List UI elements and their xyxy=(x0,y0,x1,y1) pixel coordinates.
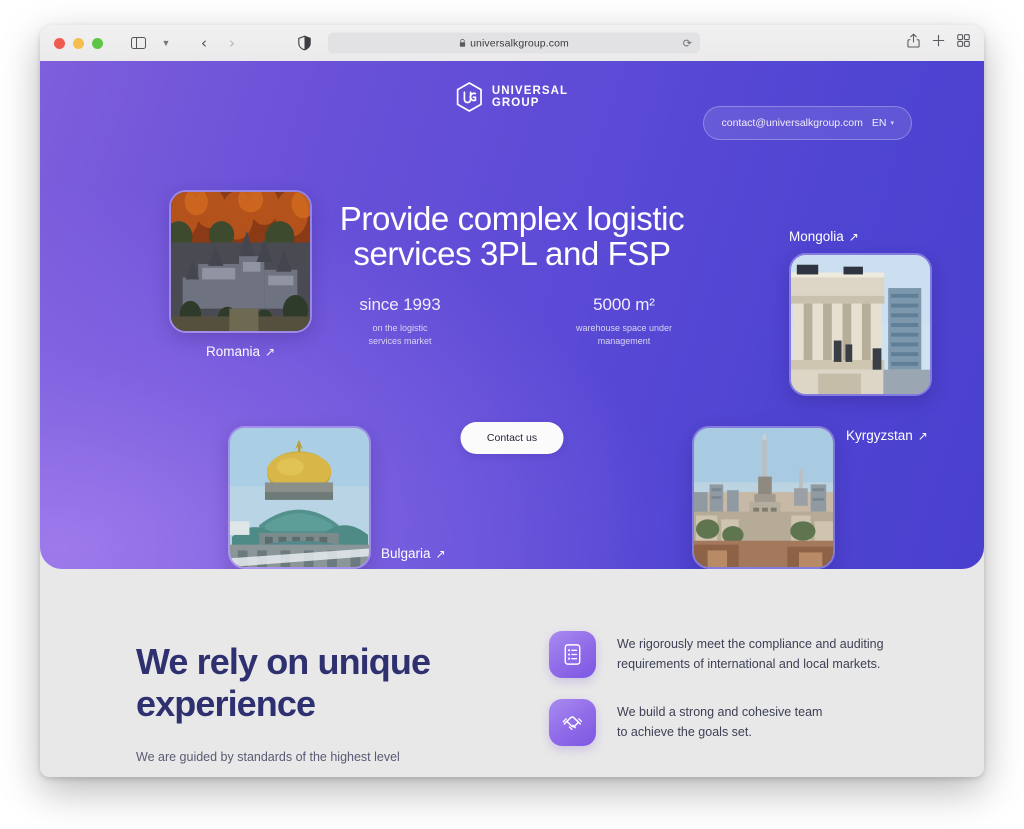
stat-value: since 1993 xyxy=(359,295,441,314)
page-viewport: UNIVERSAL GROUP contact@universalkgroup.… xyxy=(40,61,984,777)
browser-window: ▼ ‹ › universalkgroup.com ⟳ UNIVERSAL GR… xyxy=(40,25,984,777)
destination-caption[interactable]: Bulgaria ↗ xyxy=(381,546,446,561)
feature-list: We rigorously meet the compliance and au… xyxy=(549,631,949,767)
logo-line-2: GROUP xyxy=(491,97,540,109)
destination-card-bulgaria[interactable]: Bulgaria ↗ xyxy=(228,426,446,569)
stat-label-line-2: management xyxy=(597,336,651,346)
share-icon[interactable] xyxy=(907,33,920,53)
stat-label-line-1: warehouse space under xyxy=(575,323,673,333)
feature-text-line-1: We build a strong and cohesive team xyxy=(617,705,823,719)
destination-caption[interactable]: Kyrgyzstan ↗ xyxy=(846,428,928,443)
destination-card-mongolia[interactable]: Mongolia ↗ xyxy=(789,229,932,396)
contact-us-button[interactable]: Contact us xyxy=(460,422,564,454)
url-text: universalkgroup.com xyxy=(470,37,569,49)
logo-line-1: UNIVERSAL xyxy=(491,84,569,97)
maximize-window-button[interactable] xyxy=(92,37,103,49)
hero-section: UNIVERSAL GROUP contact@universalkgroup.… xyxy=(40,61,984,569)
close-window-button[interactable] xyxy=(54,37,65,49)
address-bar[interactable]: universalkgroup.com ⟳ xyxy=(328,32,700,54)
back-button[interactable]: ‹ xyxy=(191,31,217,55)
hero-headline: Provide complex logistic services 3PL an… xyxy=(302,201,722,271)
destination-name: Bulgaria xyxy=(381,546,431,561)
arrow-up-right-icon: ↗ xyxy=(848,229,859,244)
feature-text: We rigorously meet the compliance and au… xyxy=(617,631,884,674)
forward-button[interactable]: › xyxy=(219,31,245,55)
sidebar-icon[interactable] xyxy=(125,31,151,55)
experience-copy: We rely on unique experience We are guid… xyxy=(136,641,466,768)
window-controls xyxy=(54,37,103,49)
feature-text-line-2: requirements of international and local … xyxy=(617,657,881,671)
lock-icon xyxy=(459,38,466,48)
site-header: UNIVERSAL GROUP contact@universalkgroup.… xyxy=(40,61,984,143)
checklist-document-icon xyxy=(549,631,596,678)
section-title: We rely on unique experience xyxy=(136,641,466,725)
section-title-line-1: We rely on unique xyxy=(136,641,431,682)
stat-item: since 1993 on the logistic services mark… xyxy=(330,295,470,348)
stat-item: 5000 m² warehouse space under management xyxy=(554,295,694,348)
chevron-down-icon: ▾ xyxy=(890,120,894,127)
stat-label: warehouse space under management xyxy=(554,322,694,348)
shield-privacy-icon[interactable] xyxy=(298,35,311,51)
destination-photo xyxy=(692,426,835,569)
destination-card-kyrgyzstan[interactable]: Kyrgyzstan ↗ xyxy=(692,426,928,569)
arrow-up-right-icon: ↗ xyxy=(264,344,276,359)
feature-text: We build a strong and cohesive team to a… xyxy=(617,699,822,742)
hero-stats: since 1993 on the logistic services mark… xyxy=(302,295,722,348)
destination-name: Romania xyxy=(205,344,260,359)
destination-photo xyxy=(169,190,312,333)
minimize-window-button[interactable] xyxy=(73,37,84,49)
feature-text-line-2: to achieve the goals set. xyxy=(617,725,752,739)
feature-item: We build a strong and cohesive team to a… xyxy=(549,699,949,746)
destination-caption[interactable]: Romania ↗ xyxy=(169,344,312,359)
section-paragraph: We are guided by standards of the highes… xyxy=(136,750,400,764)
destination-card-romania[interactable]: Romania ↗ xyxy=(169,190,312,359)
handshake-team-icon xyxy=(549,699,596,746)
contact-email-link[interactable]: contact@universalkgroup.com xyxy=(721,117,862,129)
contact-language-pill[interactable]: contact@universalkgroup.com EN ▾ xyxy=(703,106,912,140)
site-logo[interactable]: UNIVERSAL GROUP xyxy=(456,82,568,112)
destination-photo xyxy=(789,253,932,396)
arrow-up-right-icon: ↗ xyxy=(917,428,928,443)
feature-text-line-1: We rigorously meet the compliance and au… xyxy=(617,637,884,651)
stat-value: 5000 m² xyxy=(593,295,655,314)
stat-label-line-1: on the logistic xyxy=(372,323,428,333)
language-switcher[interactable]: EN ▾ xyxy=(872,117,894,129)
destination-caption[interactable]: Mongolia ↗ xyxy=(789,229,932,244)
destination-photo xyxy=(228,426,371,569)
destination-name: Kyrgyzstan xyxy=(846,428,913,443)
stat-label: on the logistic services market xyxy=(330,322,470,348)
arrow-up-right-icon: ↗ xyxy=(435,546,446,561)
hexagon-ug-icon xyxy=(456,82,483,112)
logo-wordmark: UNIVERSAL GROUP xyxy=(492,85,568,110)
hero-headline-line-1: Provide complex logistic xyxy=(339,200,685,237)
destination-name: Mongolia xyxy=(789,229,844,244)
reload-icon[interactable]: ⟳ xyxy=(683,37,692,50)
feature-item: We rigorously meet the compliance and au… xyxy=(549,631,949,678)
browser-toolbar: ▼ ‹ › universalkgroup.com ⟳ xyxy=(40,25,984,61)
stat-label-line-2: services market xyxy=(368,336,432,346)
toolbar-actions xyxy=(907,33,970,53)
toolbar-nav-group: ▼ ‹ › xyxy=(125,31,245,55)
experience-section: We rely on unique experience We are guid… xyxy=(40,569,984,777)
section-title-line-2: experience xyxy=(136,683,316,724)
chevron-down-icon[interactable]: ▼ xyxy=(153,31,179,55)
tab-overview-icon[interactable] xyxy=(957,34,970,52)
plus-icon[interactable] xyxy=(932,34,945,52)
hero-copy: Provide complex logistic services 3PL an… xyxy=(302,201,722,348)
language-label: EN xyxy=(871,117,887,129)
hero-headline-line-2: services 3PL and FSP xyxy=(353,235,671,272)
